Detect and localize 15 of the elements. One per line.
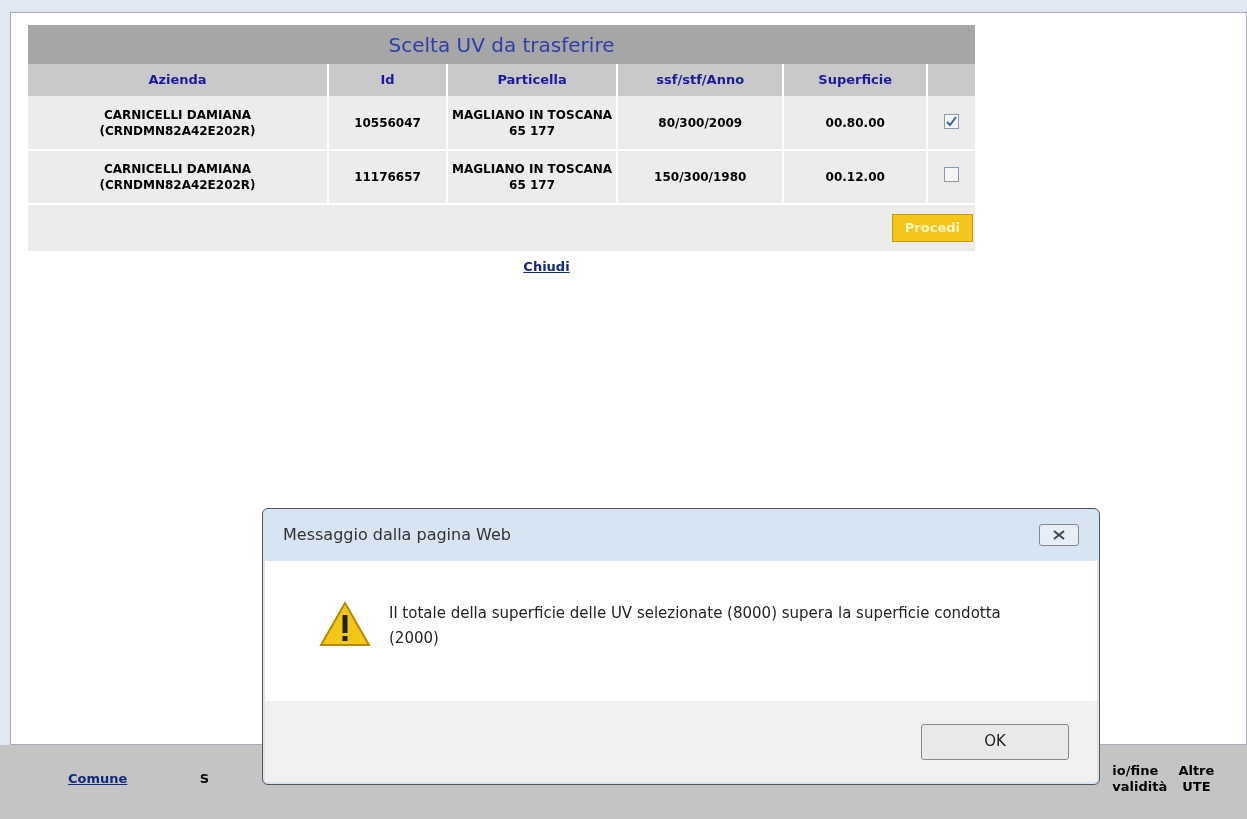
- checkbox[interactable]: [944, 166, 959, 182]
- close-button[interactable]: [1039, 524, 1079, 546]
- dialog-title: Messaggio dalla pagina Web: [283, 524, 511, 546]
- checkbox[interactable]: [944, 113, 959, 129]
- header-cell: [927, 64, 975, 96]
- column-header: S: [198, 770, 211, 788]
- column-link[interactable]: Comune: [68, 769, 128, 789]
- close-icon: [1053, 530, 1065, 540]
- dialog-message: Il totale della superficie delle UV selezionate (8000) supera la superficie condotta (2000): [389, 603, 1002, 649]
- close-link[interactable]: Chiudi: [523, 257, 570, 277]
- ok-button[interactable]: OK: [921, 723, 1069, 760]
- column-header: io/fine validità: [1112, 763, 1169, 795]
- warning-icon: [319, 601, 371, 647]
- popup-title: Scelta UV da trasferire: [28, 25, 975, 64]
- column-header: Altre UTE: [1177, 763, 1216, 795]
